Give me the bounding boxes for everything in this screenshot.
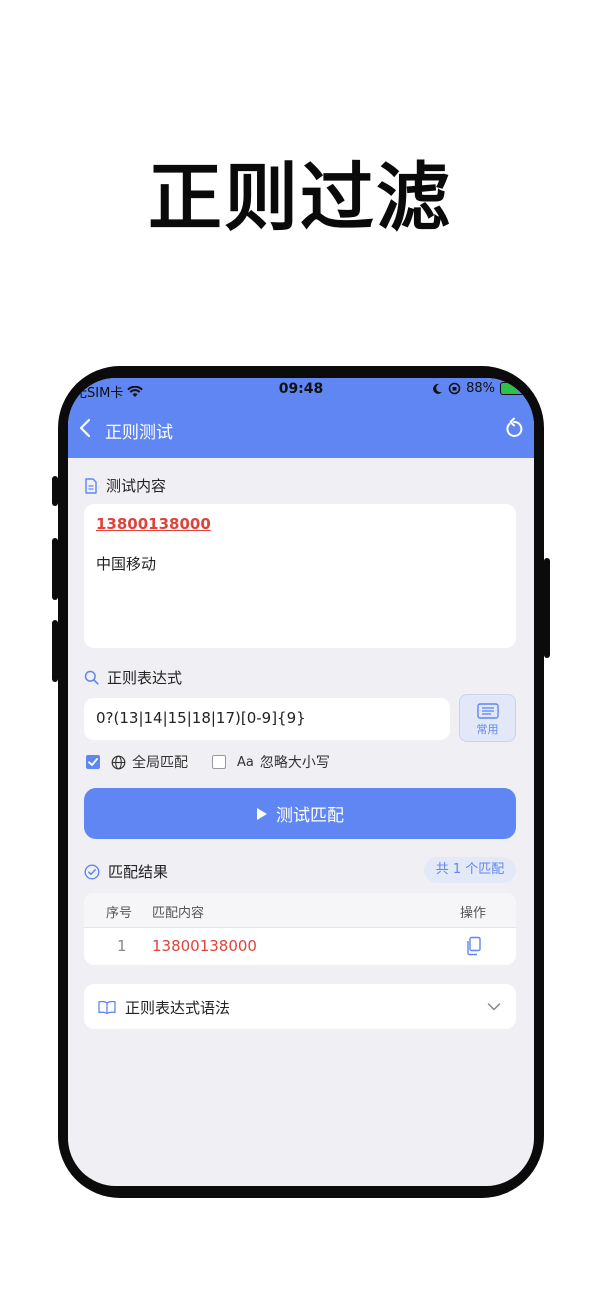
global-match-label: 全局匹配 [132,755,188,771]
case-icon: Aa [237,754,254,770]
copy-icon[interactable] [465,936,483,956]
book-icon [98,1000,116,1014]
app-screen: 无SIM卡 09:48 88% 正则测试 [68,378,534,1186]
results-label: 匹配结果 [108,863,169,881]
regex-label: 正则表达式 [107,669,183,687]
mute-switch [52,476,58,506]
results-table-header: 序号 匹配内容 操作 [84,893,516,928]
status-bar: 无SIM卡 09:48 88% [68,378,534,402]
chevron-down-icon [487,1003,501,1011]
ignore-case-checkbox[interactable] [212,755,226,769]
match-count-badge: 共 1 个匹配 [424,857,516,883]
common-patterns-label: 常用 [476,723,499,736]
column-header-content: 匹配内容 [152,906,205,921]
test-content-textarea[interactable]: 13800138000 中国移动 [84,504,516,648]
battery-icon [500,382,524,395]
test-content-label-row: 测试内容 [84,475,166,496]
global-match-option[interactable]: 全局匹配 [86,752,188,772]
ignore-case-option[interactable]: Aa 忽略大小写 [212,752,330,772]
row-match-content: 13800138000 [152,937,257,955]
document-icon [85,477,97,494]
global-match-checkbox[interactable] [86,755,100,769]
column-header-index: 序号 [106,906,133,921]
matched-text: 13800138000 [96,515,211,533]
search-icon [84,670,99,685]
volume-up-button [52,538,58,600]
common-patterns-button[interactable]: 常用 [459,694,516,742]
regex-input[interactable]: 0?(13|14|15|18|17)[0-9]{9} [84,698,450,740]
power-button [544,558,550,658]
chevron-left-icon[interactable] [74,416,98,440]
run-test-label: 测试匹配 [276,806,344,826]
regex-label-row: 正则表达式 [84,667,182,688]
text-line: 中国移动 [96,555,157,573]
page-title: 正则测试 [105,423,173,443]
refresh-icon[interactable] [502,417,526,441]
battery-percent: 88% [466,381,495,396]
orientation-lock-icon [448,382,461,395]
results-label-row: 匹配结果 [84,861,168,882]
promo-title: 正则过滤 [148,155,452,241]
test-content-label: 测试内容 [106,477,167,495]
table-row: 1 13800138000 [84,928,516,965]
run-test-button[interactable]: 测试匹配 [84,788,516,839]
globe-icon [111,755,126,769]
app-bar: 无SIM卡 09:48 88% 正则测试 [68,378,534,458]
results-table: 序号 匹配内容 操作 1 13800138000 [84,893,516,965]
ignore-case-label: 忽略大小写 [259,755,330,771]
list-icon [476,703,499,719]
row-index: 1 [117,937,127,955]
check-icon [88,758,98,766]
volume-down-button [52,620,58,682]
syntax-label: 正则表达式语法 [125,999,231,1017]
moon-icon [433,383,443,394]
play-icon [257,807,267,820]
syntax-accordion[interactable]: 正则表达式语法 [84,984,516,1029]
check-circle-icon [84,863,100,880]
column-header-action: 操作 [460,906,487,921]
